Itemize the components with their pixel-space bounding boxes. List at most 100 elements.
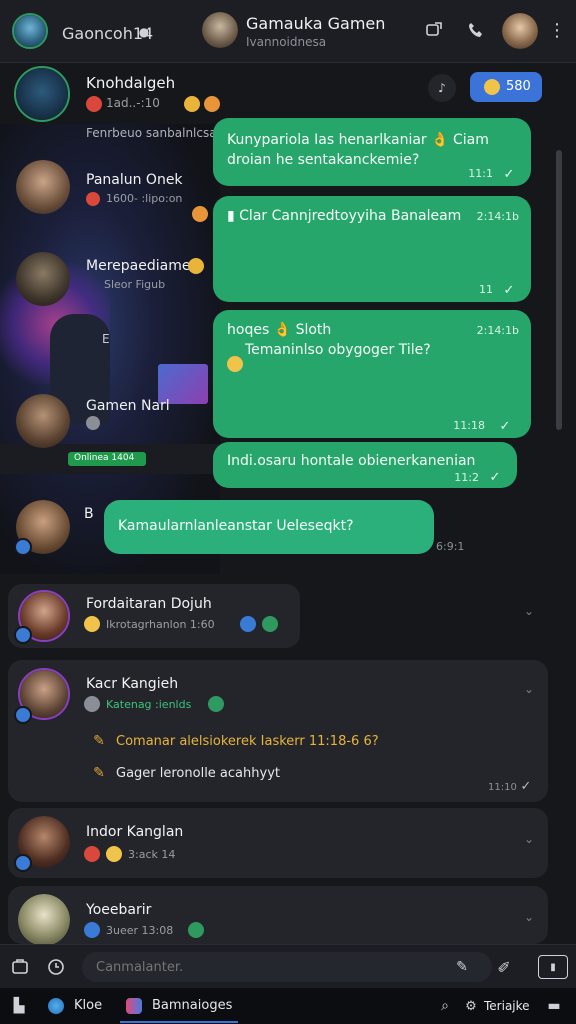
verified-badge — [14, 538, 32, 556]
message-bubble[interactable]: ▮ Clar Cannjredtoyyiha Banaleam 2:14:1b … — [213, 196, 531, 302]
app-icon[interactable] — [126, 998, 142, 1014]
contact-name: Panalun Onek — [86, 172, 183, 188]
card-line2: Gager leronolle acahhyyt — [116, 766, 280, 781]
read-check-icon: ✓ — [520, 778, 532, 794]
smile-icon — [106, 846, 122, 862]
message-input[interactable] — [82, 952, 492, 982]
taskbar: ▙ Kloe Bamnaioges ⌕ ⚙ Teriajke ▬ — [0, 988, 576, 1024]
chat-subtitle: Ivannoidnesa — [246, 35, 327, 49]
contact-name: Knohdalgeh — [86, 74, 176, 92]
message-time: 11:2 — [454, 471, 479, 484]
contact-avatar[interactable] — [14, 66, 70, 122]
emoji-icon — [262, 616, 278, 632]
chevron-down-icon[interactable]: ⌄ — [520, 908, 538, 926]
read-check-icon: ✓ — [503, 282, 515, 298]
message-text: ▮ Clar Cannjredtoyyiha Banaleam — [227, 208, 462, 224]
contact-meta: 3ueer 13:08 — [106, 924, 174, 937]
chat-card[interactable]: Kacr Kangieh Katenag :ienlds ⌄ ✎ Comanar… — [8, 660, 548, 802]
message-text: Indi.osaru hontale obienerkanenian — [227, 453, 476, 469]
emoji-icon — [192, 206, 208, 222]
contact-name: Fordaitaran Dojuh — [86, 596, 212, 612]
overlay-text: E — [102, 332, 110, 346]
chevron-down-icon[interactable]: ⌄ — [520, 830, 538, 848]
edit-icon[interactable]: ✐ — [494, 957, 514, 977]
mic-icon[interactable]: ✎ — [452, 957, 472, 977]
more-options-icon[interactable]: ⋮ — [548, 20, 566, 41]
message-text: Kamaularnlanleanstar Ueleseqkt? — [118, 518, 354, 534]
taskbar-app1[interactable]: Kloe — [74, 998, 102, 1013]
message-time: 11 — [479, 283, 493, 296]
top-bar: Gaoncoh14 ● Gamauka Gamen Ivannoidnesa ⋮ — [0, 0, 576, 63]
online-status-badge: Onlinea 1404 — [68, 452, 146, 466]
emoji-icon — [188, 258, 204, 274]
scrollbar[interactable] — [556, 150, 562, 430]
profile-avatar[interactable] — [502, 13, 538, 49]
emoji-icon — [84, 922, 100, 938]
verified-badge — [14, 854, 32, 872]
message-time: 11:1 — [468, 167, 493, 180]
clock-icon[interactable] — [46, 957, 66, 977]
home-icon[interactable]: ▙ — [10, 997, 28, 1015]
contact-name: Kacr Kangieh — [86, 676, 179, 692]
chevron-down-icon[interactable]: ⌄ — [520, 680, 538, 698]
sticker-icon[interactable]: ▮ — [538, 955, 568, 979]
contact-meta: Ikrotagrhanlon 1:60 — [106, 618, 215, 631]
audio-icon[interactable]: ♪ — [428, 74, 456, 102]
settings-icon[interactable]: ⚙ — [462, 997, 480, 1015]
chat-card[interactable]: Indor Kanglan 3:ack 14 ⌄ — [8, 808, 548, 878]
message-time-top: 2:14:1b — [476, 210, 519, 223]
contact-avatar[interactable] — [16, 394, 70, 448]
fire-icon — [86, 192, 100, 206]
message-bubble[interactable]: Kamaularnlanleanstar Ueleseqkt? — [104, 500, 434, 554]
message-bubble[interactable]: Indi.osaru hontale obienerkanenian 11:2 … — [213, 442, 517, 488]
contact-name: Gamen Narl — [86, 398, 170, 414]
emoji-icon — [86, 416, 100, 430]
pencil-icon: ✎ — [93, 765, 105, 781]
status-icon: ● — [138, 25, 150, 39]
verified-badge — [14, 626, 32, 644]
emoji-icon — [484, 79, 500, 95]
message-time: 11:18 — [453, 419, 485, 432]
contact-avatar[interactable] — [16, 252, 70, 306]
chat-card[interactable]: Fordaitaran Dojuh Ikrotagrhanlon 1:60 — [8, 584, 300, 648]
contact-name: Indor Kanglan — [86, 824, 184, 840]
chevron-down-icon[interactable]: ⌄ — [520, 602, 538, 620]
message-time: 6:9:1 — [436, 540, 465, 553]
read-check-icon: ✓ — [489, 469, 501, 485]
message-text-line2: Temaninlso obygoger Tile? — [245, 342, 431, 358]
message-bubble[interactable]: Kunypariola Ias henarlkaniar 👌 Ciam droi… — [213, 118, 531, 186]
contact-avatar — [18, 894, 70, 946]
contact-meta: 3:ack 14 — [128, 848, 176, 861]
emoji-icon — [84, 696, 100, 712]
user-avatar[interactable] — [12, 13, 48, 49]
verified-badge — [14, 706, 32, 724]
phone-icon[interactable] — [466, 20, 486, 40]
browser-icon[interactable] — [48, 998, 64, 1014]
emoji-icon — [240, 616, 256, 632]
taskbar-app2[interactable]: Bamnaioges — [152, 998, 232, 1013]
fire-icon — [86, 96, 102, 112]
chat-icon[interactable]: ▬ — [544, 996, 564, 1016]
contact-name: Merepaediamert — [86, 258, 202, 274]
search-icon[interactable]: ⌕ — [436, 997, 454, 1015]
fire-icon — [84, 846, 100, 862]
join-button-label: 580 — [506, 79, 531, 94]
status-label: Onlinea 1404 — [74, 453, 135, 463]
contact-avatar[interactable] — [16, 160, 70, 214]
heart-eyes-icon — [204, 96, 220, 112]
chat-avatar[interactable] — [202, 12, 238, 48]
pencil-icon: ✎ — [93, 733, 105, 749]
composer-bar: ✎ ✐ ▮ — [0, 944, 576, 989]
smile-icon — [184, 96, 200, 112]
read-check-icon: ✓ — [503, 166, 515, 182]
read-check-icon: ✓ — [499, 418, 511, 434]
chat-card[interactable]: Yoeebarir 3ueer 13:08 ⌄ — [8, 886, 548, 946]
message-text-line1: hoqes 👌 Sloth — [227, 322, 332, 338]
contact-meta: Katenag :ienlds — [106, 698, 192, 711]
screen-share-icon[interactable] — [424, 20, 444, 40]
taskbar-tray-label: Teriajke — [484, 999, 530, 1013]
join-button[interactable]: 580 — [470, 72, 542, 102]
contact-meta: Sleor Figub — [104, 278, 166, 291]
attach-icon[interactable] — [10, 957, 30, 977]
message-bubble[interactable]: hoqes 👌 Sloth Temaninlso obygoger Tile? … — [213, 310, 531, 438]
